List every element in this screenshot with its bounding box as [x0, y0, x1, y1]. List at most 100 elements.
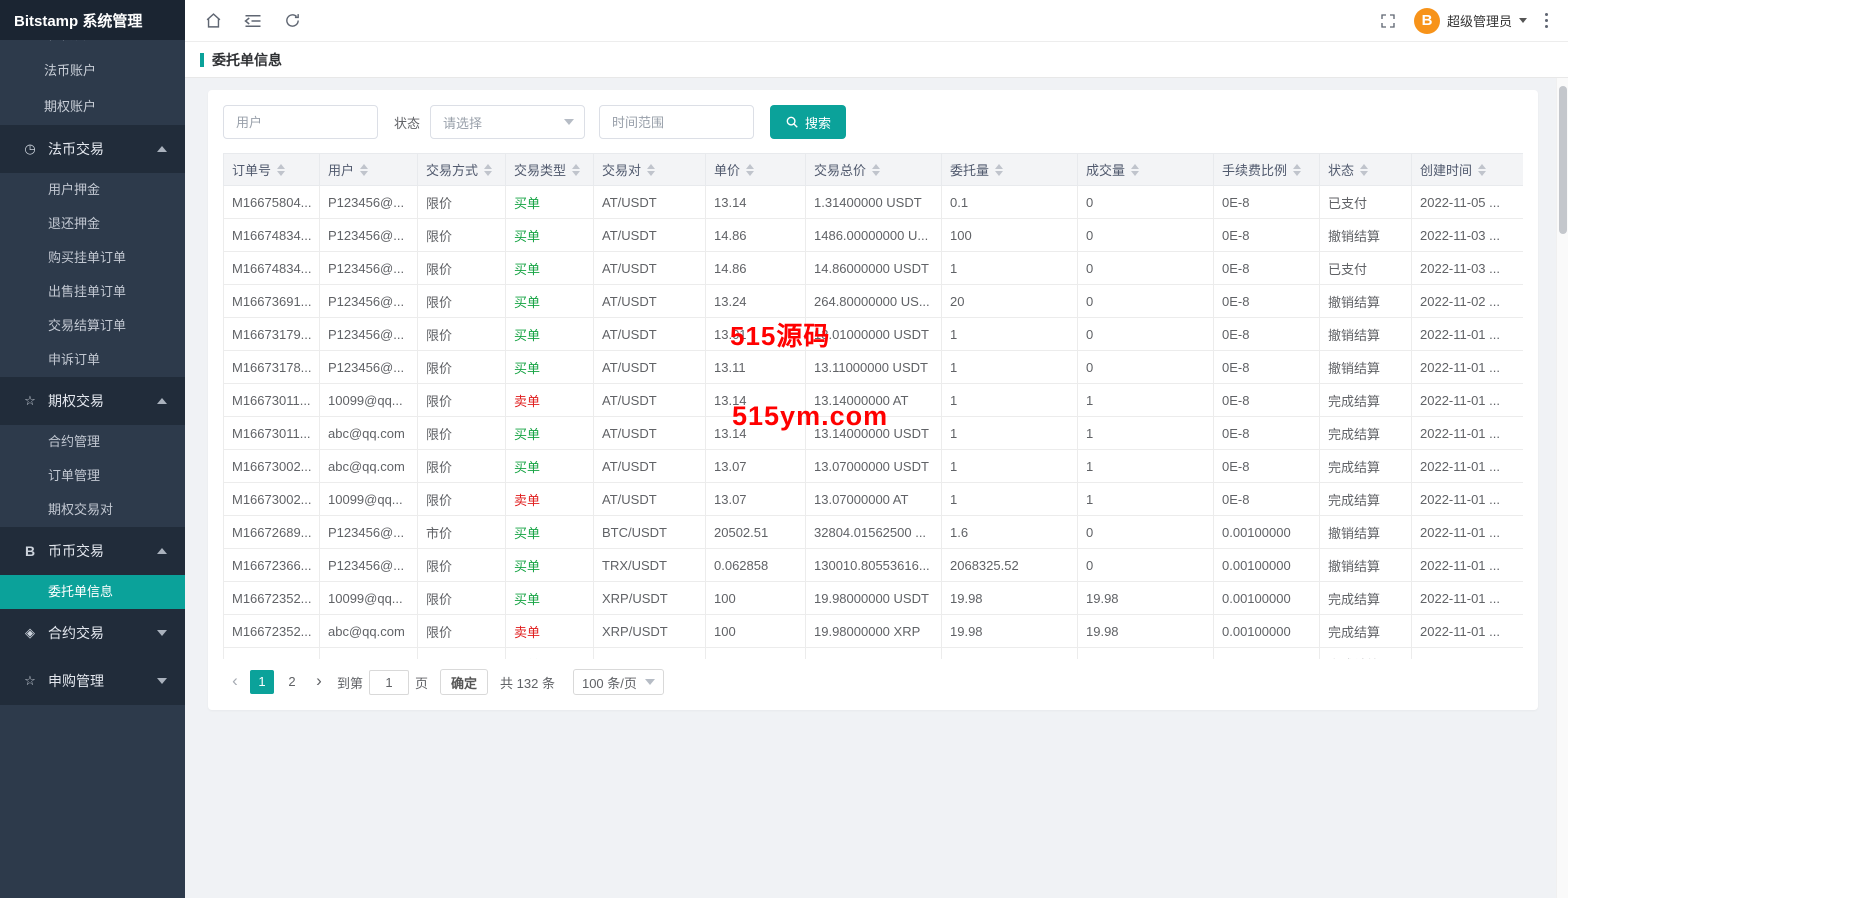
sort-icon[interactable]	[1478, 164, 1486, 176]
total-count: 共 132 条	[500, 673, 555, 692]
table-row[interactable]: M16674834...P123456@...限价买单AT/USDT14.861…	[224, 252, 1524, 285]
sort-icon[interactable]	[746, 164, 754, 176]
prev-page-button[interactable]: ‹	[223, 670, 247, 694]
sidebar-item[interactable]: 期权交易对	[0, 493, 185, 527]
fullscreen-icon[interactable]	[1380, 13, 1396, 29]
sidebar-item[interactable]: 交易结算订单	[0, 309, 185, 343]
sort-icon[interactable]	[360, 164, 368, 176]
sidebar-menu: 币币账户法币账户期权账户◷法币交易用户押金退还押金购买挂单订单出售挂单订单交易结…	[0, 40, 185, 898]
home-icon[interactable]	[205, 12, 222, 29]
vertical-scrollbar[interactable]	[1556, 78, 1568, 898]
page-size-value: 100 条/页	[582, 673, 637, 692]
sidebar-section[interactable]: B 币币交易	[0, 527, 185, 575]
sidebar-item[interactable]: 币币账户	[0, 40, 185, 53]
status-select[interactable]: 请选择	[430, 105, 585, 139]
scrollbar-thumb[interactable]	[1559, 86, 1567, 234]
column-header[interactable]: 手续费比例	[1214, 154, 1320, 186]
trade-type: 买单	[514, 295, 540, 310]
refresh-icon[interactable]	[284, 12, 301, 29]
page-unit-label: 页	[415, 673, 428, 692]
sidebar-item[interactable]: 订单管理	[0, 459, 185, 493]
sidebar-section[interactable]: ☆ 申购管理	[0, 657, 185, 705]
letter-b-icon: B	[22, 543, 38, 559]
next-page-button[interactable]: ›	[307, 670, 331, 694]
trade-type: 买单	[514, 460, 540, 475]
goto-label: 到第	[337, 673, 363, 692]
more-dots-icon[interactable]	[1545, 13, 1548, 28]
sidebar-section-label: 币币交易	[48, 541, 104, 561]
page-title: 委托单信息	[212, 50, 282, 70]
column-header-label: 交易类型	[514, 163, 566, 178]
sidebar-section[interactable]: ◷法币交易	[0, 125, 185, 173]
table-row[interactable]: M16673011...10099@qq...限价卖单AT/USDT13.141…	[224, 384, 1524, 417]
confirm-button[interactable]: 确定	[440, 669, 488, 695]
sidebar-item[interactable]: 法币账户	[0, 53, 185, 89]
column-header[interactable]: 交易类型	[506, 154, 594, 186]
menu-fold-icon[interactable]	[244, 13, 262, 29]
sidebar-item[interactable]: 退还押金	[0, 207, 185, 241]
table-row[interactable]: M16672352...abc@qq.com限价卖单XRP/USDT10019.…	[224, 615, 1524, 648]
time-range-input[interactable]	[599, 105, 754, 139]
sidebar-item[interactable]: 出售挂单订单	[0, 275, 185, 309]
column-header[interactable]: 状态	[1320, 154, 1412, 186]
table-row[interactable]: M16673179...P123456@...限价买单AT/USDT13.011…	[224, 318, 1524, 351]
column-header[interactable]: 交易对	[594, 154, 706, 186]
table-row[interactable]: M16675804...P123456@...限价买单AT/USDT13.141…	[224, 186, 1524, 219]
table-row[interactable]: M16673178...P123456@...限价买单AT/USDT13.111…	[224, 351, 1524, 384]
sort-icon[interactable]	[647, 164, 655, 176]
column-header[interactable]: 委托量	[942, 154, 1078, 186]
sort-icon[interactable]	[1360, 164, 1368, 176]
sort-icon[interactable]	[1293, 164, 1301, 176]
sidebar-item[interactable]: 期权账户	[0, 89, 185, 125]
sidebar-section[interactable]: ◈合约交易	[0, 609, 185, 657]
main-area: B 超级管理员 委托单信息 状态 请选择	[185, 0, 1568, 898]
column-header[interactable]: 创建时间	[1412, 154, 1524, 186]
table-row[interactable]: M16672689...P123456@...市价买单BTC/USDT20502…	[224, 516, 1524, 549]
orders-table-wrap: 订单号用户交易方式交易类型交易对单价交易总价委托量成交量手续费比例状态创建时间 …	[223, 153, 1523, 659]
column-header-label: 成交量	[1086, 163, 1125, 178]
star-icon: ☆	[22, 673, 38, 689]
column-header[interactable]: 成交量	[1078, 154, 1214, 186]
table-row[interactable]: M16673691...P123456@...限价买单AT/USDT13.242…	[224, 285, 1524, 318]
page-size-select[interactable]: 100 条/页	[573, 669, 664, 695]
goto-page-input[interactable]	[369, 670, 409, 695]
sort-icon[interactable]	[484, 164, 492, 176]
table-row[interactable]: M16672366...P123456@...限价买单TRX/USDT0.062…	[224, 549, 1524, 582]
search-button[interactable]: 搜索	[770, 105, 846, 139]
sidebar-section[interactable]: ☆期权交易	[0, 377, 185, 425]
sidebar-item[interactable]: 合约管理	[0, 425, 185, 459]
table-body: M16675804...P123456@...限价买单AT/USDT13.141…	[224, 186, 1524, 660]
chevron-down-icon	[645, 679, 655, 685]
page-buttons: 12	[247, 670, 307, 694]
table-row[interactable]: M16672351...abc@qq.com限价买单XRP/USDT0.11.0…	[224, 648, 1524, 660]
table-row[interactable]: M16673011...abc@qq.com限价买单AT/USDT13.1413…	[224, 417, 1524, 450]
table-row[interactable]: M16673002...abc@qq.com限价买单AT/USDT13.0713…	[224, 450, 1524, 483]
column-header[interactable]: 订单号	[224, 154, 320, 186]
table-row[interactable]: M16674834...P123456@...限价买单AT/USDT14.861…	[224, 219, 1524, 252]
sort-icon[interactable]	[1131, 164, 1139, 176]
column-header[interactable]: 交易方式	[418, 154, 506, 186]
table-row[interactable]: M16672352...10099@qq...限价买单XRP/USDT10019…	[224, 582, 1524, 615]
sidebar-item[interactable]: 用户押金	[0, 173, 185, 207]
sort-icon[interactable]	[572, 164, 580, 176]
page-number-button[interactable]: 1	[250, 670, 274, 694]
column-header[interactable]: 单价	[706, 154, 806, 186]
sidebar-section-label: 申购管理	[48, 671, 104, 691]
filter-bar: 状态 请选择 搜索	[223, 105, 1523, 139]
column-header[interactable]: 交易总价	[806, 154, 942, 186]
sidebar-item[interactable]: 购买挂单订单	[0, 241, 185, 275]
column-header[interactable]: 用户	[320, 154, 418, 186]
trade-type: 买单	[514, 229, 540, 244]
sort-icon[interactable]	[995, 164, 1003, 176]
user-menu[interactable]: B 超级管理员	[1414, 8, 1527, 34]
trade-type: 买单	[514, 427, 540, 442]
sort-icon[interactable]	[277, 164, 285, 176]
column-header-label: 状态	[1328, 163, 1354, 178]
sidebar-item[interactable]: 申诉订单	[0, 343, 185, 377]
table-row[interactable]: M16673002...10099@qq...限价卖单AT/USDT13.071…	[224, 483, 1524, 516]
page-number-button[interactable]: 2	[280, 670, 304, 694]
status-label: 状态	[394, 113, 420, 132]
sidebar-item[interactable]: 委托单信息	[0, 575, 185, 609]
user-filter-input[interactable]	[223, 105, 378, 139]
sort-icon[interactable]	[872, 164, 880, 176]
